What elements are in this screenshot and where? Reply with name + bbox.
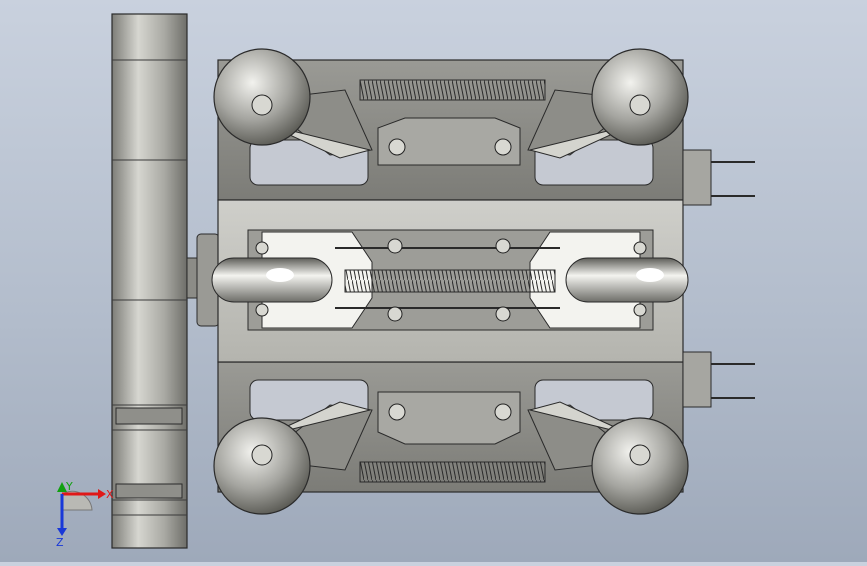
center-roller-left[interactable] [211,257,333,303]
drum-flange[interactable] [111,13,188,549]
center-roller-right[interactable] [565,257,689,303]
wheel-top-right[interactable] [591,48,689,146]
x-axis-arrowhead [98,489,106,499]
orientation-triad: X Y Z [40,480,120,550]
assembly-model[interactable] [0,0,867,562]
x-axis-label: X [106,488,114,501]
right-connectors[interactable] [682,149,755,408]
cad-viewport[interactable] [0,0,867,562]
wheel-bottom-left[interactable] [213,417,311,515]
wheel-top-left[interactable] [213,48,311,146]
z-axis-arrowhead [57,528,67,536]
wheel-bottom-right[interactable] [591,417,689,515]
y-axis-label: Y [65,480,73,493]
z-axis-label: Z [56,536,64,549]
